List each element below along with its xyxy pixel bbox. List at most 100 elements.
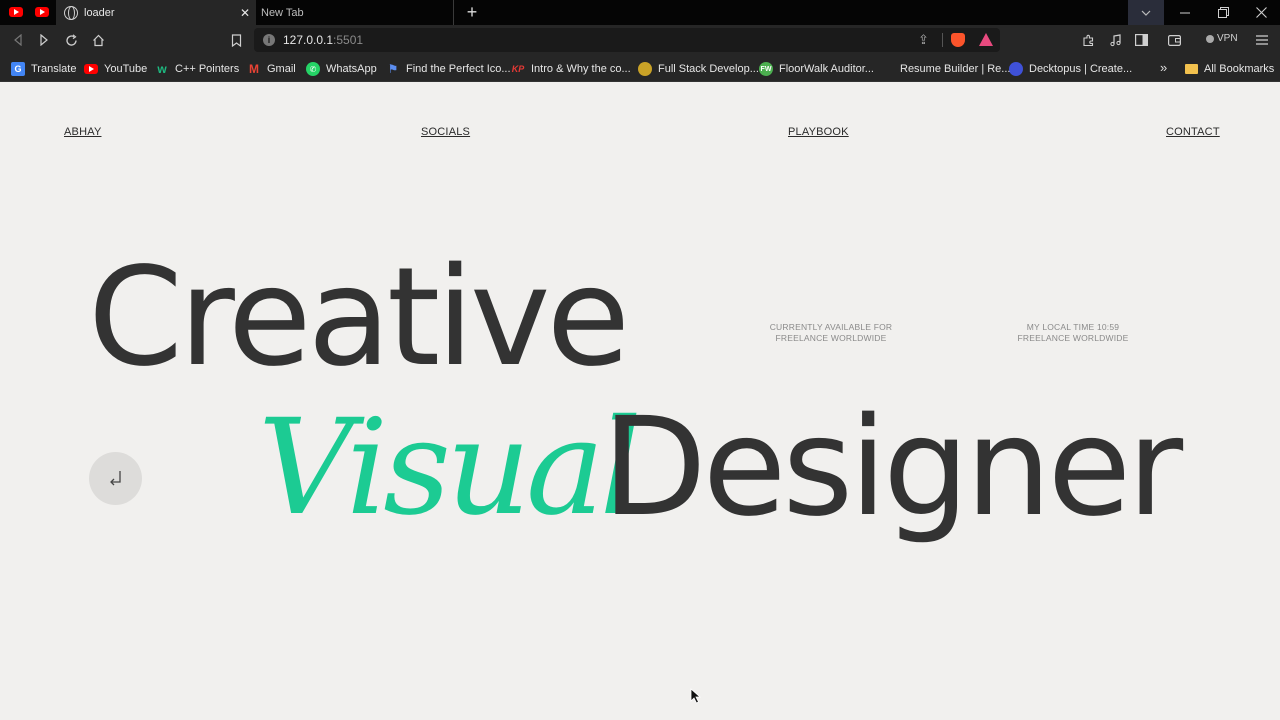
wallet-icon (1167, 35, 1181, 46)
tab-loader[interactable]: loader ✕ (56, 0, 256, 25)
all-bookmarks-folder[interactable]: All Bookmarks (1185, 61, 1274, 77)
hero-heading-creative: Creative (88, 239, 630, 397)
site-info-icon[interactable]: i (263, 34, 275, 46)
close-window-button[interactable] (1242, 0, 1280, 25)
tab-search-button[interactable] (1128, 0, 1164, 25)
share-icon[interactable]: ⇪ (918, 32, 929, 48)
bookmark-label: Intro & Why the co... (531, 63, 631, 75)
bookmark-resume-builder[interactable]: Resume Builder | Re... (900, 61, 1010, 77)
bookmark-label: WhatsApp (326, 63, 377, 75)
kp-icon: KP (511, 64, 525, 74)
media-button[interactable] (1105, 30, 1125, 50)
bookmark-label: Translate (31, 63, 77, 75)
hero-heading-designer: Designer (602, 389, 1183, 547)
reload-button[interactable] (61, 30, 81, 50)
sidebar-icon (1134, 34, 1148, 46)
puzzle-icon (1082, 34, 1093, 46)
whatsapp-icon: ✆ (306, 62, 320, 76)
url-host: 127.0.0.1 (283, 33, 334, 47)
tab-title: New Tab (261, 6, 304, 19)
youtube-icon (84, 64, 98, 74)
url-port: :5501 (333, 33, 364, 47)
gmail-icon: M (249, 62, 259, 76)
back-arrow-icon (14, 34, 22, 46)
forward-arrow-icon (40, 34, 48, 46)
fw-icon: FW (759, 62, 773, 76)
restore-icon (1217, 7, 1229, 18)
availability-line-1: CURRENTLY AVAILABLE FOR (769, 322, 893, 332)
minimize-icon (1180, 12, 1190, 13)
back-button[interactable] (8, 30, 28, 50)
address-bar[interactable]: i 127.0.0.1:5501 ⇪ (254, 28, 1000, 52)
extensions-button[interactable] (1078, 30, 1098, 50)
tab-new-tab[interactable]: New Tab (256, 0, 454, 25)
bookmark-cpp-pointers[interactable]: w C++ Pointers (155, 61, 239, 77)
bookmark-gmail[interactable]: M Gmail (247, 61, 296, 77)
w-icon: w (157, 62, 167, 76)
pinned-tab-youtube-1[interactable] (7, 4, 25, 20)
forward-button[interactable] (34, 30, 54, 50)
address-url: 127.0.0.1:5501 (283, 33, 363, 47)
mouse-cursor-icon (690, 688, 702, 704)
sidebar-button[interactable] (1131, 30, 1151, 50)
bookmark-label: FloorWalk Auditor... (779, 63, 874, 75)
folder-icon (1185, 64, 1198, 74)
flag-icon: ⚑ (387, 62, 399, 76)
decktopus-icon (1009, 62, 1023, 76)
local-time-text: MY LOCAL TIME 10:59 FREELANCE WORLDWIDE (1004, 322, 1142, 344)
bookmark-label: Gmail (267, 63, 296, 75)
bookmark-page-button[interactable] (226, 30, 246, 50)
bookmark-intro[interactable]: KP Intro & Why the co... (511, 61, 631, 77)
divider (942, 33, 943, 47)
bookmark-label: Find the Perfect Ico... (406, 63, 511, 75)
arrow-down-left-icon (109, 470, 121, 485)
menu-button[interactable] (1252, 30, 1272, 50)
minimize-button[interactable] (1166, 0, 1204, 25)
local-time-line-2: FREELANCE WORLDWIDE (1017, 333, 1129, 343)
web-page: ABHAY SOCIALS PLAYBOOK CONTACT Creative … (0, 82, 1280, 720)
restore-button[interactable] (1204, 0, 1242, 25)
scroll-down-button[interactable] (89, 452, 142, 505)
vpn-status-icon (1206, 34, 1214, 43)
brave-shields-icon[interactable] (951, 33, 965, 47)
more-bookmarks-chevron-icon[interactable]: » (1160, 60, 1167, 75)
bookmark-decktopus[interactable]: Decktopus | Create... (1009, 61, 1132, 77)
bookmark-translate[interactable]: G Translate (11, 61, 76, 77)
tab-title: loader (84, 6, 115, 19)
home-button[interactable] (88, 30, 108, 50)
home-icon (92, 34, 104, 46)
reload-icon (65, 33, 77, 46)
browser-toolbar: i 127.0.0.1:5501 ⇪ VPN (0, 25, 1280, 55)
bookmark-find-icons[interactable]: ⚑ Find the Perfect Ico... (386, 61, 511, 77)
nav-contact-link[interactable]: CONTACT (1166, 126, 1220, 138)
availability-text: CURRENTLY AVAILABLE FOR FREELANCE WORLDW… (760, 322, 902, 344)
bookmark-youtube[interactable]: YouTube (84, 61, 147, 77)
bookmark-whatsapp[interactable]: ✆ WhatsApp (306, 61, 377, 77)
hamburger-menu-icon (1256, 35, 1268, 45)
close-icon[interactable]: ✕ (236, 6, 254, 20)
nav-brand-link[interactable]: ABHAY (64, 126, 101, 138)
close-icon (1255, 7, 1267, 18)
bookmark-label: Resume Builder | Re... (900, 63, 1011, 75)
music-note-icon (1109, 33, 1121, 46)
bookmark-label: All Bookmarks (1204, 63, 1275, 75)
brave-rewards-icon[interactable] (979, 33, 993, 46)
new-tab-button[interactable]: + (462, 2, 482, 22)
fullstack-icon (638, 62, 652, 76)
globe-icon (64, 5, 78, 20)
vpn-label: VPN (1217, 33, 1238, 44)
bookmark-full-stack[interactable]: Full Stack Develop... (638, 61, 759, 77)
vpn-button[interactable]: VPN (1206, 33, 1238, 44)
bookmark-label: C++ Pointers (175, 63, 240, 75)
nav-playbook-link[interactable]: PLAYBOOK (788, 126, 849, 138)
bookmark-label: YouTube (104, 63, 148, 75)
bookmarks-bar: G Translate YouTube w C++ Pointers M Gmail … (0, 55, 1280, 82)
bookmark-floorwalk[interactable]: FW FloorWalk Auditor... (759, 61, 874, 77)
pinned-tab-youtube-2[interactable] (33, 4, 51, 20)
wallet-button[interactable] (1164, 30, 1184, 50)
nav-socials-link[interactable]: SOCIALS (421, 126, 470, 138)
youtube-icon (9, 7, 23, 17)
tab-strip: loader ✕ New Tab + (0, 0, 1280, 25)
bookmark-label: Decktopus | Create... (1029, 63, 1133, 75)
bookmark-icon (231, 33, 241, 47)
